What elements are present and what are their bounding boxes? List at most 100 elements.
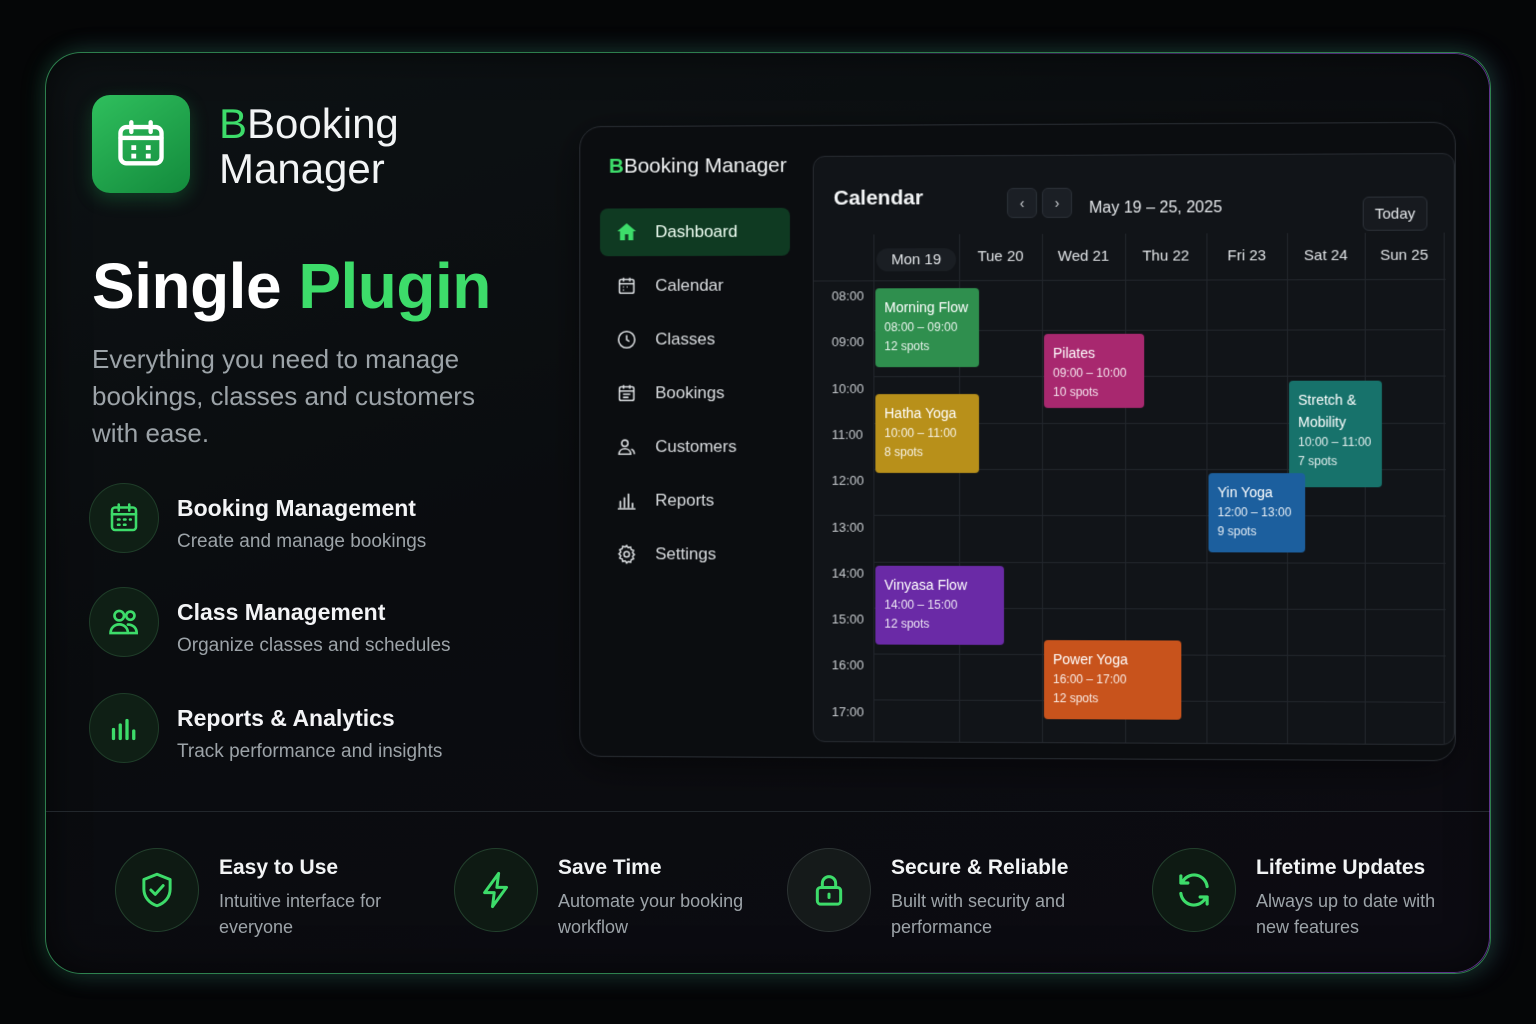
event-spots: 10 spots xyxy=(1053,385,1099,400)
benefit-desc: Built with security and performance xyxy=(891,891,1066,937)
event-card[interactable]: Pilates 09:00 – 10:00 10 spots xyxy=(1043,334,1144,409)
benefit-lifetime-updates: Lifetime Updates Always up to date with … xyxy=(1152,848,1452,938)
event-time: 09:00 – 10:00 xyxy=(1053,366,1127,381)
event-card[interactable]: Yin Yoga 12:00 – 13:00 9 spots xyxy=(1208,473,1306,553)
event-card[interactable]: Vinyasa Flow 14:00 – 15:00 12 spots xyxy=(875,565,1005,645)
feature-title: Reports & Analytics xyxy=(177,705,395,731)
event-name: Stretch & Mobility xyxy=(1298,391,1357,430)
feature-reports-analytics: Reports & Analytics Track performance an… xyxy=(89,693,509,765)
day-header[interactable]: Mon 19 xyxy=(876,248,957,272)
sidebar-item-dashboard[interactable]: Dashboard xyxy=(599,207,790,257)
sidebar-item-customers[interactable]: Customers xyxy=(600,423,790,471)
time-label: 12:00 xyxy=(831,473,864,489)
brand-initial: B xyxy=(219,100,248,147)
hour-divider xyxy=(873,375,1446,378)
day-column-divider xyxy=(873,234,875,744)
day-header[interactable]: Sat 24 xyxy=(1285,247,1366,264)
day-column-divider xyxy=(1364,232,1366,746)
feature-desc: Track performance and insights xyxy=(177,741,443,762)
app-brand-initial: B xyxy=(608,154,624,178)
feature-desc: Organize classes and schedules xyxy=(177,635,451,656)
day-header[interactable]: Wed 21 xyxy=(1043,248,1123,265)
event-spots: 12 spots xyxy=(1053,691,1099,706)
sidebar-item-settings[interactable]: Settings xyxy=(600,530,790,578)
time-label: 11:00 xyxy=(831,426,864,442)
event-time: 12:00 – 13:00 xyxy=(1217,505,1292,520)
lightning-icon xyxy=(454,848,538,932)
event-spots: 12 spots xyxy=(884,616,930,631)
sidebar-item-calendar[interactable]: Calendar xyxy=(600,262,790,310)
hero-subtitle: Everything you need to manage bookings, … xyxy=(92,344,475,448)
home-icon xyxy=(614,219,640,245)
event-name: Pilates xyxy=(1053,345,1096,362)
event-name: Power Yoga xyxy=(1053,651,1128,668)
benefit-easy-to-use: Easy to Use Intuitive interface for ever… xyxy=(115,848,415,938)
benefit-save-time: Save Time Automate your booking workflow xyxy=(454,848,754,938)
calendar-panel: Calendar ‹ › May 19 – 25, 2025 Today Mon… xyxy=(812,152,1455,746)
date-range: May 19 – 25, 2025 xyxy=(1089,199,1223,217)
lock-icon xyxy=(787,848,871,932)
event-spots: 7 spots xyxy=(1298,453,1338,468)
hero-title-green: Plugin xyxy=(298,250,491,322)
day-header[interactable]: Fri 23 xyxy=(1206,247,1287,264)
promo-card: BBooking Manager Single Plugin Everythin… xyxy=(45,52,1491,974)
calendar-list-icon xyxy=(614,380,640,406)
hero-title: Single Plugin xyxy=(92,249,491,323)
shield-check-icon xyxy=(115,848,199,932)
sidebar-item-classes[interactable]: Classes xyxy=(600,315,790,363)
day-column-divider xyxy=(1041,233,1043,745)
event-time: 10:00 – 11:00 xyxy=(1298,434,1372,449)
app-window: BBooking Manager Dashboard Calendar Clas… xyxy=(579,121,1456,762)
sidebar-item-label: Bookings xyxy=(655,383,725,403)
sidebar-item-reports[interactable]: Reports xyxy=(600,477,790,525)
event-time: 10:00 – 11:00 xyxy=(884,426,957,441)
sidebar-item-label: Customers xyxy=(655,437,737,456)
event-card[interactable]: Morning Flow 08:00 – 09:00 12 spots xyxy=(875,288,979,367)
benefit-title: Save Time xyxy=(558,856,662,879)
event-time: 16:00 – 17:00 xyxy=(1053,672,1127,687)
benefit-title: Lifetime Updates xyxy=(1256,856,1426,879)
feature-title: Class Management xyxy=(177,599,386,625)
event-spots: 8 spots xyxy=(884,445,923,460)
benefit-title: Easy to Use xyxy=(219,856,339,879)
time-label: 09:00 xyxy=(831,334,864,350)
sidebar-item-label: Dashboard xyxy=(655,221,738,242)
sidebar-item-label: Settings xyxy=(655,544,717,564)
sidebar-item-label: Calendar xyxy=(655,275,724,295)
feature-booking-management: Booking Management Create and manage boo… xyxy=(89,483,509,555)
prev-week-button[interactable]: ‹ xyxy=(1007,187,1037,219)
time-label: 15:00 xyxy=(831,611,864,627)
today-button[interactable]: Today xyxy=(1362,196,1428,231)
benefit-secure-reliable: Secure & Reliable Built with security an… xyxy=(787,848,1087,938)
benefit-title: Secure & Reliable xyxy=(891,856,1069,879)
header-separator xyxy=(813,278,1446,282)
brand-name-line2: Manager xyxy=(219,145,385,192)
event-name: Morning Flow xyxy=(884,299,969,316)
event-card[interactable]: Stretch & Mobility 10:00 – 11:00 7 spots xyxy=(1289,380,1383,488)
gear-icon xyxy=(614,541,640,567)
calendar-title: Calendar xyxy=(833,186,924,210)
app-brand: BBooking Manager xyxy=(609,154,787,179)
event-name: Hatha Yoga xyxy=(884,405,957,422)
section-divider xyxy=(46,811,1490,812)
brand-title: BBooking Manager xyxy=(219,101,399,191)
clock-icon xyxy=(614,327,640,353)
day-header[interactable]: Tue 20 xyxy=(961,248,1041,265)
event-card[interactable]: Hatha Yoga 10:00 – 11:00 8 spots xyxy=(875,394,979,474)
hero-title-white: Single xyxy=(92,250,282,322)
feature-desc: Create and manage bookings xyxy=(177,531,427,552)
event-name: Vinyasa Flow xyxy=(884,576,968,593)
benefit-desc: Automate your booking workflow xyxy=(558,891,744,937)
users-icon xyxy=(89,587,159,657)
day-header[interactable]: Sun 25 xyxy=(1364,247,1445,264)
day-header[interactable]: Thu 22 xyxy=(1126,247,1206,264)
next-week-button[interactable]: › xyxy=(1041,187,1073,218)
time-label: 16:00 xyxy=(831,657,864,673)
refresh-icon xyxy=(1152,848,1236,932)
sidebar-item-bookings[interactable]: Bookings xyxy=(600,369,790,417)
time-label: 10:00 xyxy=(831,380,864,396)
calendar-icon xyxy=(89,483,159,553)
event-name: Yin Yoga xyxy=(1217,484,1273,501)
event-card[interactable]: Power Yoga 16:00 – 17:00 12 spots xyxy=(1043,639,1182,720)
sidebar-nav: Dashboard Calendar Classes Bookings Cust… xyxy=(599,207,790,585)
